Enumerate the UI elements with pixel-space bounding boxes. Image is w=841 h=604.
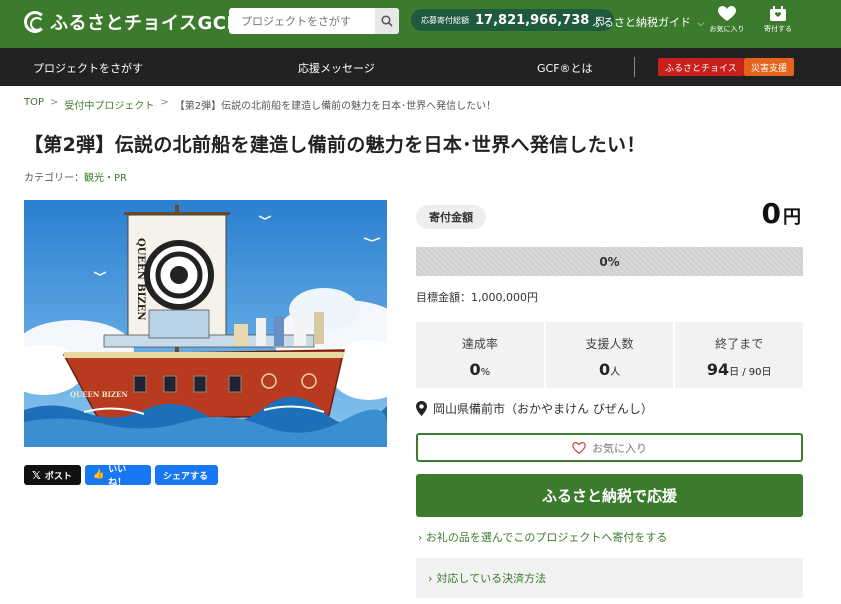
breadcrumb: TOP > 受付中プロジェクト > 【第2弾】伝説の北前船を建造し備前の魅力を日…: [24, 97, 496, 112]
progress-bar: 0%: [416, 247, 803, 276]
nav-divider: [634, 57, 635, 77]
top-header: ふるさとチョイスGCF 応募寄付総額 17,821,966,738 円 ふるさと…: [0, 0, 841, 48]
breadcrumb-parent[interactable]: 受付中プロジェクト: [64, 97, 154, 112]
donate-cta-button[interactable]: ふるさと納税で応援: [416, 474, 803, 517]
chevron-down-icon: ⌵: [697, 19, 705, 29]
stat-remaining-value: 94日 / 90日: [675, 360, 803, 379]
donate-label: 寄付する: [764, 25, 792, 33]
donation-total-value: 17,821,966,738: [475, 12, 590, 28]
stat-achievement-label: 達成率: [461, 337, 498, 351]
stat-remaining-label: 終了まで: [715, 337, 764, 351]
heart-icon: [718, 6, 736, 21]
thumbs-up-icon: 👍: [93, 470, 105, 480]
share-label: シェアする: [163, 471, 209, 482]
category: カテゴリー：観光・PR: [24, 169, 127, 184]
stat-remaining: 終了まで 94日 / 90日: [675, 322, 804, 388]
search-box: [229, 8, 399, 34]
guide-label: ふるさと納税ガイド: [592, 16, 691, 29]
payment-methods-label: 対応している決済方法: [436, 572, 547, 585]
donation-amount-number: 0: [761, 197, 781, 230]
guide-dropdown[interactable]: ふるさと納税ガイド ⌵: [592, 14, 704, 30]
payment-methods-accordion[interactable]: › 対応している決済方法: [416, 558, 803, 598]
hull-text: QUEEN BIZEN: [70, 390, 128, 399]
stat-supporters-number: 0: [598, 360, 611, 379]
search-icon: [381, 15, 393, 27]
stat-supporters-unit: 人: [610, 367, 621, 378]
donation-total-label: 応募寄付総額: [421, 15, 469, 25]
pin-icon: [416, 401, 427, 416]
main-nav: プロジェクトをさがす 応援メッセージ GCF®とは ふるさとチョイス 災害支援: [0, 48, 841, 86]
ship-illustration: QUEEN BIZEN QUEEN BIZEN: [24, 200, 387, 447]
facebook-share-button[interactable]: シェアする: [155, 465, 218, 485]
breadcrumb-separator: >: [50, 97, 59, 108]
donate-icon: [770, 6, 786, 21]
donation-total-badge: 応募寄付総額 17,821,966,738 円: [411, 9, 615, 31]
stat-achievement: 達成率 0%: [416, 322, 544, 388]
nav-item-about-gcf[interactable]: GCF®とは: [537, 60, 593, 76]
breadcrumb-current: 【第2弾】伝説の北前船を建造し備前の魅力を日本･世界へ発信したい！: [174, 101, 497, 112]
favorite-button[interactable]: お気に入り: [416, 433, 803, 462]
stat-remaining-unit: 日 / 90日: [729, 367, 772, 378]
target-amount: 目標金額：1,000,000円: [416, 291, 538, 304]
location-text[interactable]: 岡山県備前市（おかやまけん びぜんし）: [433, 400, 653, 417]
x-logo-icon: 𝕏: [32, 468, 41, 482]
stat-supporters-label: 支援人数: [585, 337, 634, 351]
nav-badge-furusato-choice[interactable]: ふるさとチョイス: [658, 58, 744, 76]
chevron-right-icon: ›: [418, 531, 423, 544]
nav-badge-disaster-support[interactable]: 災害支援: [744, 58, 795, 76]
nav-item-messages[interactable]: 応援メッセージ: [298, 60, 375, 76]
progress-label: 0%: [599, 254, 620, 269]
x-post-button[interactable]: 𝕏 ポスト: [24, 465, 81, 485]
search-button[interactable]: [375, 8, 399, 34]
heart-outline-icon: [572, 441, 586, 454]
project-image: QUEEN BIZEN QUEEN BIZEN: [24, 200, 387, 447]
donation-amount-value: 0円: [762, 197, 801, 230]
favorite-button-label: お気に入り: [592, 441, 647, 455]
category-link[interactable]: 観光・PR: [84, 173, 127, 184]
favorites-label: お気に入り: [709, 25, 745, 33]
stats-panel: 達成率 0% 支援人数 0人 終了まで 94日 / 90日: [416, 322, 804, 388]
breadcrumb-separator: >: [160, 97, 169, 108]
page-title: 【第2弾】伝説の北前船を建造し備前の魅力を日本･世界へ発信したい！: [24, 134, 646, 156]
stat-achievement-unit: %: [480, 367, 491, 378]
facebook-like-button[interactable]: 👍 いいね！: [85, 465, 151, 488]
donation-amount-unit: 円: [783, 207, 801, 228]
stat-supporters: 支援人数 0人: [545, 322, 674, 388]
chevron-right-icon: ›: [428, 571, 433, 585]
nav-item-search-projects[interactable]: プロジェクトをさがす: [33, 60, 143, 76]
donation-amount-label: 寄付金額: [416, 205, 486, 229]
stat-remaining-number: 94: [706, 360, 730, 379]
select-gift-label: お礼の品を選んでこのプロジェクトへ寄付をする: [425, 531, 668, 544]
favorites-link[interactable]: お気に入り: [707, 6, 747, 34]
stat-supporters-value: 0人: [546, 360, 674, 379]
donate-link[interactable]: 寄付する: [758, 6, 798, 34]
x-post-label: ポスト: [44, 471, 72, 482]
location: 岡山県備前市（おかやまけん びぜんし）: [416, 400, 653, 417]
select-gift-link[interactable]: › お礼の品を選んでこのプロジェクトへ寄付をする: [418, 529, 667, 545]
stat-achievement-value: 0%: [416, 360, 544, 379]
stat-achievement-number: 0: [469, 360, 481, 379]
logo-mark-icon: [24, 11, 46, 33]
site-logo[interactable]: ふるさとチョイスGCF: [24, 9, 239, 35]
search-input[interactable]: [229, 8, 374, 34]
breadcrumb-home[interactable]: TOP: [24, 97, 44, 112]
logo-text: ふるさとチョイスGCF: [50, 13, 240, 34]
like-label: いいね！: [108, 465, 127, 488]
category-label: カテゴリー：: [24, 173, 84, 184]
